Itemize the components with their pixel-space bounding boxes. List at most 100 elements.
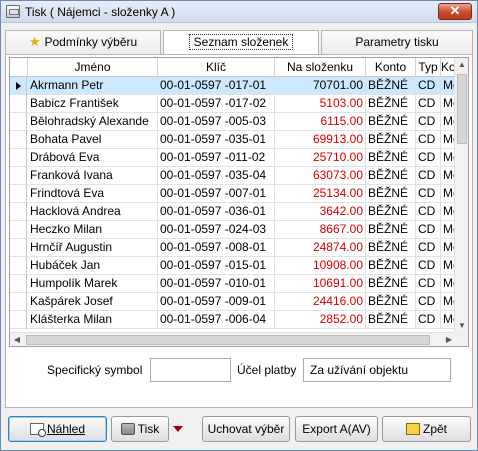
row-name-cell[interactable]: Humpolík Marek bbox=[28, 275, 158, 293]
row-amount-cell[interactable]: 24874.00 bbox=[275, 239, 366, 257]
purpose-input[interactable]: Za užívání objektu bbox=[303, 358, 451, 382]
row-account-cell[interactable]: BĚŽNÉ bbox=[366, 185, 416, 203]
scroll-up-icon[interactable]: ▲ bbox=[455, 58, 468, 72]
vertical-scroll-thumb[interactable] bbox=[457, 74, 467, 144]
row-key-cell[interactable]: 00-01-0597 -007-01 bbox=[158, 185, 275, 203]
row-type-cell[interactable]: CD bbox=[416, 77, 441, 95]
title-bar[interactable]: Tisk ( Nájemci - složenky A ) ✕ bbox=[1, 1, 477, 23]
row-amount-cell[interactable]: 3642.00 bbox=[275, 203, 366, 221]
row-name-cell[interactable]: Hrnčíř Augustin bbox=[28, 239, 158, 257]
row-type-cell[interactable]: CD bbox=[416, 203, 441, 221]
table-row[interactable]: Heczko Milan 00-01-0597 -024-03 8667.00 BĚŽ… bbox=[10, 221, 456, 239]
row-key-cell[interactable]: 00-01-0597 -017-02 bbox=[158, 95, 275, 113]
row-amount-cell[interactable]: 6115.00 bbox=[275, 113, 366, 131]
row-type-cell[interactable]: CD bbox=[416, 167, 441, 185]
row-amount-cell[interactable]: 63073.00 bbox=[275, 167, 366, 185]
row-account-cell[interactable]: BĚŽNÉ bbox=[366, 293, 416, 311]
row-type-cell[interactable]: CD bbox=[416, 185, 441, 203]
row-key-cell[interactable]: 00-01-0597 -009-01 bbox=[158, 293, 275, 311]
row-amount-cell[interactable]: 25134.00 bbox=[275, 185, 366, 203]
row-account-cell[interactable]: BĚŽNÉ bbox=[366, 257, 416, 275]
row-key-cell[interactable]: 00-01-0597 -024-03 bbox=[158, 221, 275, 239]
row-name-cell[interactable]: Franková Ivana bbox=[28, 167, 158, 185]
row-name-cell[interactable]: Bohata Pavel bbox=[28, 131, 158, 149]
vertical-scrollbar[interactable]: ▲ ▼ bbox=[454, 58, 468, 333]
horizontal-scroll-thumb[interactable] bbox=[26, 335, 430, 345]
row-amount-cell[interactable]: 10691.00 bbox=[275, 275, 366, 293]
row-account-cell[interactable]: BĚŽNÉ bbox=[366, 113, 416, 131]
table-row[interactable]: Babicz František 00-01-0597 -017-02 5103.0… bbox=[10, 95, 456, 113]
row-account-cell[interactable]: BĚŽNÉ bbox=[366, 77, 416, 95]
row-key-cell[interactable]: 00-01-0597 -008-01 bbox=[158, 239, 275, 257]
header-typ[interactable]: Typ bbox=[416, 58, 441, 77]
row-type-cell[interactable]: CD bbox=[416, 149, 441, 167]
row-account-cell[interactable]: BĚŽNÉ bbox=[366, 149, 416, 167]
tab-seznam-slozenek[interactable]: Seznam složenek bbox=[163, 30, 319, 55]
row-amount-cell[interactable]: 2852.00 bbox=[275, 311, 366, 329]
row-type-cell[interactable]: CD bbox=[416, 275, 441, 293]
row-account-cell[interactable]: BĚŽNÉ bbox=[366, 311, 416, 329]
row-account-cell[interactable]: BĚŽNÉ bbox=[366, 203, 416, 221]
specific-symbol-input[interactable] bbox=[150, 358, 231, 382]
scroll-left-icon[interactable]: ◀ bbox=[10, 333, 24, 346]
horizontal-scrollbar[interactable]: ◀ ▶ bbox=[10, 332, 456, 346]
table-row[interactable]: Drábová Eva 00-01-0597 -011-02 25710.00 BĚŽ… bbox=[10, 149, 456, 167]
table-row[interactable]: Kašpárek Josef 00-01-0597 -009-01 24416.00… bbox=[10, 293, 456, 311]
row-name-cell[interactable]: Babicz František bbox=[28, 95, 158, 113]
header-jmeno[interactable]: Jméno bbox=[28, 58, 158, 77]
row-type-cell[interactable]: CD bbox=[416, 257, 441, 275]
print-button[interactable]: Tisk bbox=[111, 416, 169, 442]
row-type-cell[interactable]: CD bbox=[416, 311, 441, 329]
row-type-cell[interactable]: CD bbox=[416, 239, 441, 257]
row-key-cell[interactable]: 00-01-0597 -036-01 bbox=[158, 203, 275, 221]
row-amount-cell[interactable]: 5103.00 bbox=[275, 95, 366, 113]
row-type-cell[interactable]: CD bbox=[416, 293, 441, 311]
table-row[interactable]: Hrnčíř Augustin 00-01-0597 -008-01 24874.0… bbox=[10, 239, 456, 257]
row-name-cell[interactable]: Hacklová Andrea bbox=[28, 203, 158, 221]
row-key-cell[interactable]: 00-01-0597 -035-01 bbox=[158, 131, 275, 149]
row-name-cell[interactable]: Drábová Eva bbox=[28, 149, 158, 167]
keep-selection-button[interactable]: Uchovat výběr bbox=[202, 416, 290, 442]
row-name-cell[interactable]: Heczko Milan bbox=[28, 221, 158, 239]
row-key-cell[interactable]: 00-01-0597 -035-04 bbox=[158, 167, 275, 185]
row-type-cell[interactable]: CD bbox=[416, 95, 441, 113]
table-row[interactable]: Frindtová Eva 00-01-0597 -007-01 25134.00 B… bbox=[10, 185, 456, 203]
slozenky-grid[interactable]: Jméno Klíč Na složenku Konto Typ Ko Akrm… bbox=[9, 57, 469, 347]
row-type-cell[interactable]: CD bbox=[416, 221, 441, 239]
row-account-cell[interactable]: BĚŽNÉ bbox=[366, 275, 416, 293]
row-key-cell[interactable]: 00-01-0597 -011-02 bbox=[158, 149, 275, 167]
table-row[interactable]: Hacklová Andrea 00-01-0597 -036-01 3642.00… bbox=[10, 203, 456, 221]
row-name-cell[interactable]: Kašpárek Josef bbox=[28, 293, 158, 311]
row-type-cell[interactable]: CD bbox=[416, 113, 441, 131]
row-key-cell[interactable]: 00-01-0597 -006-04 bbox=[158, 311, 275, 329]
row-amount-cell[interactable]: 25710.00 bbox=[275, 149, 366, 167]
row-amount-cell[interactable]: 24416.00 bbox=[275, 293, 366, 311]
row-name-cell[interactable]: Hubáček Jan bbox=[28, 257, 158, 275]
row-key-cell[interactable]: 00-01-0597 -005-03 bbox=[158, 113, 275, 131]
row-key-cell[interactable]: 00-01-0597 -017-01 bbox=[158, 77, 275, 95]
table-row[interactable]: Hubáček Jan 00-01-0597 -015-01 10908.00 BĚŽ… bbox=[10, 257, 456, 275]
header-na-slozenku[interactable]: Na složenku bbox=[275, 58, 366, 77]
row-name-cell[interactable]: Frindtová Eva bbox=[28, 185, 158, 203]
row-type-cell[interactable]: CD bbox=[416, 131, 441, 149]
table-row[interactable]: Klášterka Milan 00-01-0597 -006-04 2852.00… bbox=[10, 311, 456, 329]
row-name-cell[interactable]: Klášterka Milan bbox=[28, 311, 158, 329]
print-dropdown-icon[interactable] bbox=[172, 416, 184, 442]
tab-parametry-tisku[interactable]: Parametry tisku bbox=[321, 30, 473, 54]
table-row[interactable]: Bohata Pavel 00-01-0597 -035-01 69913.00 BĚ… bbox=[10, 131, 456, 149]
table-row[interactable]: Humpolík Marek 00-01-0597 -010-01 10691.00… bbox=[10, 275, 456, 293]
back-button[interactable]: Zpět bbox=[382, 416, 471, 442]
table-row[interactable]: Bělohradský Alexande 00-01-0597 -005-03 61… bbox=[10, 113, 456, 131]
header-konto[interactable]: Konto bbox=[366, 58, 416, 77]
preview-button[interactable]: Náhled bbox=[8, 416, 107, 442]
row-name-cell[interactable]: Bělohradský Alexande bbox=[28, 113, 158, 131]
scroll-down-icon[interactable]: ▼ bbox=[455, 319, 468, 333]
close-button[interactable]: ✕ bbox=[438, 3, 472, 20]
row-account-cell[interactable]: BĚŽNÉ bbox=[366, 221, 416, 239]
row-account-cell[interactable]: BĚŽNÉ bbox=[366, 167, 416, 185]
table-row[interactable]: Franková Ivana 00-01-0597 -035-04 63073.00… bbox=[10, 167, 456, 185]
row-account-cell[interactable]: BĚŽNÉ bbox=[366, 131, 416, 149]
row-amount-cell[interactable]: 70701.00 bbox=[275, 77, 366, 95]
table-row[interactable]: Akrmann Petr 00-01-0597 -017-01 70701.00 BĚ… bbox=[10, 77, 456, 95]
row-amount-cell[interactable]: 69913.00 bbox=[275, 131, 366, 149]
